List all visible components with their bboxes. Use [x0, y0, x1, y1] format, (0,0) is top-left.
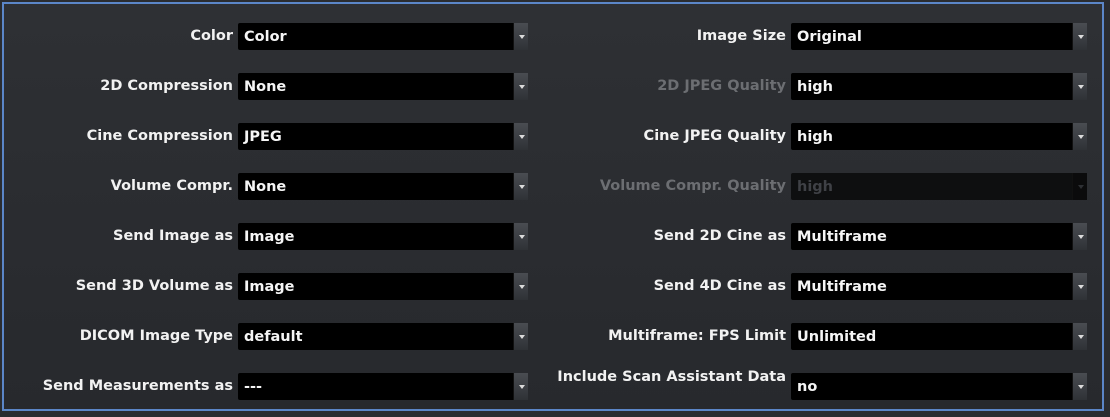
setting-label: DICOM Image Type	[79, 328, 233, 344]
chevron-down-icon	[513, 23, 528, 50]
setting-send-3d-volume-as: Send 3D Volume as Image	[4, 269, 544, 303]
setting-label: 2D JPEG Quality	[657, 78, 786, 94]
chevron-down-icon	[513, 123, 528, 150]
chevron-down-icon	[1072, 273, 1087, 300]
select-value: default	[244, 328, 303, 345]
select-value: Multiframe	[797, 228, 887, 245]
select-value: JPEG	[244, 128, 282, 145]
setting-send-measurements-as: Send Measurements as ---	[4, 369, 544, 403]
chevron-down-icon	[513, 173, 528, 200]
chevron-down-icon	[1072, 23, 1087, 50]
select-value: Unlimited	[797, 328, 877, 345]
setting-label: Send 2D Cine as	[653, 228, 786, 244]
send-measurements-as-select[interactable]: ---	[238, 373, 528, 400]
setting-label: Send 4D Cine as	[653, 278, 786, 294]
select-value: Image	[244, 228, 295, 245]
setting-label: 2D Compression	[100, 78, 233, 94]
select-value: Image	[244, 278, 295, 295]
setting-label: Cine JPEG Quality	[643, 128, 786, 144]
chevron-down-icon	[1072, 323, 1087, 350]
select-value: high	[797, 178, 833, 195]
setting-label: Volume Compr.	[110, 178, 233, 194]
select-value: Multiframe	[797, 278, 887, 295]
setting-label: Image Size	[696, 28, 786, 44]
select-value: Color	[244, 28, 287, 45]
chevron-down-icon	[1072, 223, 1087, 250]
chevron-down-icon	[513, 223, 528, 250]
chevron-down-icon	[1072, 373, 1087, 400]
chevron-down-icon	[513, 273, 528, 300]
dicom-image-type-select[interactable]: default	[238, 323, 528, 350]
setting-label: Color	[190, 28, 233, 44]
2d-compression-select[interactable]: None	[238, 73, 528, 100]
chevron-down-icon	[1072, 73, 1087, 100]
setting-label: Send 3D Volume as	[75, 278, 233, 294]
send-4d-cine-as-select[interactable]: Multiframe	[791, 273, 1087, 300]
send-2d-cine-as-select[interactable]: Multiframe	[791, 223, 1087, 250]
chevron-down-icon	[1072, 123, 1087, 150]
select-value: ---	[244, 378, 263, 395]
2d-jpeg-quality-select[interactable]: high	[791, 73, 1087, 100]
select-value: high	[797, 78, 833, 95]
setting-cine-compression: Cine Compression JPEG	[4, 119, 544, 153]
setting-send-2d-cine-as: Send 2D Cine as Multiframe	[544, 219, 1104, 253]
send-image-as-select[interactable]: Image	[238, 223, 528, 250]
volume-compr-select[interactable]: None	[238, 173, 528, 200]
cine-compression-select[interactable]: JPEG	[238, 123, 528, 150]
dicom-settings-panel: Color Color 2D Compression None Cine Com…	[2, 2, 1104, 411]
select-value: high	[797, 128, 833, 145]
setting-image-size: Image Size Original	[544, 19, 1104, 53]
setting-cine-jpeg-quality: Cine JPEG Quality high	[544, 119, 1104, 153]
select-value: None	[244, 178, 287, 195]
setting-2d-compression: 2D Compression None	[4, 69, 544, 103]
chevron-down-icon	[513, 373, 528, 400]
select-value: no	[797, 378, 818, 395]
setting-include-scan-assistant-data: Include Scan Assistant Data no	[544, 369, 1104, 403]
setting-volume-compr: Volume Compr. None	[4, 169, 544, 203]
image-size-select[interactable]: Original	[791, 23, 1087, 50]
setting-label: Volume Compr. Quality	[599, 178, 786, 194]
setting-send-4d-cine-as: Send 4D Cine as Multiframe	[544, 269, 1104, 303]
send-3d-volume-as-select[interactable]: Image	[238, 273, 528, 300]
chevron-down-icon	[1072, 173, 1087, 200]
cine-jpeg-quality-select[interactable]: high	[791, 123, 1087, 150]
setting-volume-compr-quality: Volume Compr. Quality high	[544, 169, 1104, 203]
setting-color: Color Color	[4, 19, 544, 53]
chevron-down-icon	[513, 323, 528, 350]
setting-label: Multiframe: FPS Limit	[608, 328, 786, 344]
setting-label: Cine Compression	[86, 128, 233, 144]
setting-label: Send Measurements as	[42, 378, 233, 394]
setting-label: Send Image as	[113, 228, 233, 244]
setting-2d-jpeg-quality: 2D JPEG Quality high	[544, 69, 1104, 103]
volume-compr-quality-select: high	[791, 173, 1087, 200]
setting-dicom-image-type: DICOM Image Type default	[4, 319, 544, 353]
include-scan-assistant-data-select[interactable]: no	[791, 373, 1087, 400]
multiframe-fps-limit-select[interactable]: Unlimited	[791, 323, 1087, 350]
setting-send-image-as: Send Image as Image	[4, 219, 544, 253]
setting-label: Include Scan Assistant Data	[557, 369, 786, 385]
select-value: Original	[797, 28, 862, 45]
select-value: None	[244, 78, 287, 95]
setting-multiframe-fps-limit: Multiframe: FPS Limit Unlimited	[544, 319, 1104, 353]
color-select[interactable]: Color	[238, 23, 528, 50]
chevron-down-icon	[513, 73, 528, 100]
